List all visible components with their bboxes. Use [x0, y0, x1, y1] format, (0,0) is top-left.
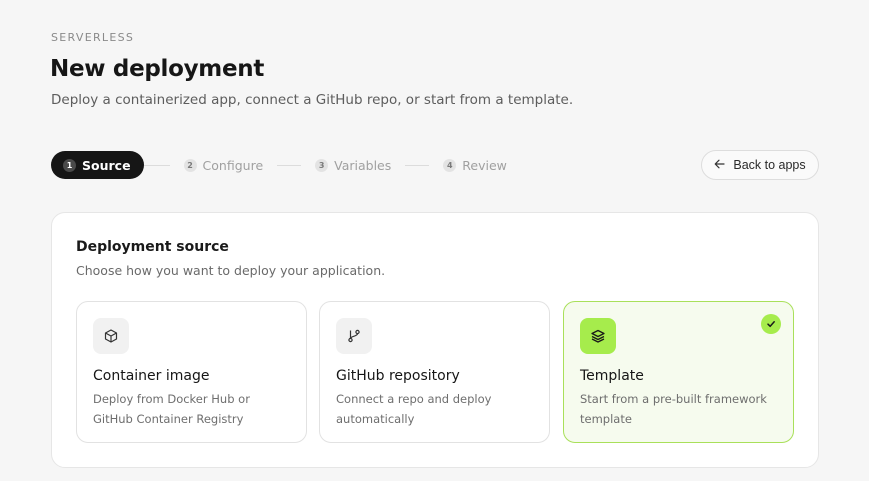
- step-variables[interactable]: 3 Variables: [315, 151, 391, 179]
- deployment-source-panel: Deployment source Choose how you want to…: [51, 212, 819, 468]
- panel-title: Deployment source: [76, 239, 229, 255]
- arrow-left-icon: [714, 158, 725, 172]
- step-label: Source: [82, 157, 131, 173]
- step-number: 2: [183, 158, 197, 172]
- git-branch-icon: [336, 318, 372, 354]
- option-title: Template: [580, 368, 644, 384]
- step-connector: [405, 164, 430, 166]
- cube-icon: [93, 318, 129, 354]
- back-to-apps-button[interactable]: Back to apps: [701, 150, 819, 180]
- option-description: Connect a repo and deploy automatically: [336, 392, 492, 426]
- step-number: 4: [443, 158, 457, 172]
- option-template[interactable]: Template Start from a pre-built framewor…: [563, 301, 794, 443]
- selected-check-icon: [761, 314, 781, 334]
- page-subtitle: Deploy a containerized app, connect a Gi…: [51, 92, 574, 108]
- deployment-stepper: 1 Source 2 Configure 3 Variables 4 Revie…: [51, 151, 507, 179]
- step-label: Review: [462, 157, 507, 173]
- step-number: 1: [63, 158, 76, 172]
- option-title: Container image: [93, 368, 210, 384]
- page-title: New deployment: [50, 56, 265, 82]
- step-configure[interactable]: 2 Configure: [183, 151, 264, 179]
- option-title: GitHub repository: [336, 368, 460, 384]
- step-number: 3: [315, 158, 329, 172]
- layers-icon: [580, 318, 616, 354]
- step-label: Variables: [334, 157, 392, 173]
- panel-subtitle: Choose how you want to deploy your appli…: [76, 263, 386, 278]
- step-source[interactable]: 1 Source: [51, 151, 144, 179]
- option-github-repository[interactable]: GitHub repository Connect a repo and dep…: [319, 301, 550, 443]
- step-label: Configure: [202, 157, 264, 173]
- step-connector: [277, 164, 302, 166]
- option-description: Deploy from Docker Hub or GitHub Contain…: [93, 392, 250, 426]
- step-review[interactable]: 4 Review: [443, 151, 507, 179]
- section-eyebrow: SERVERLESS: [51, 31, 135, 44]
- step-connector: [143, 164, 170, 166]
- back-button-label: Back to apps: [733, 158, 806, 172]
- option-description: Start from a pre-built framework templat…: [580, 392, 767, 426]
- option-container-image[interactable]: Container image Deploy from Docker Hub o…: [76, 301, 307, 443]
